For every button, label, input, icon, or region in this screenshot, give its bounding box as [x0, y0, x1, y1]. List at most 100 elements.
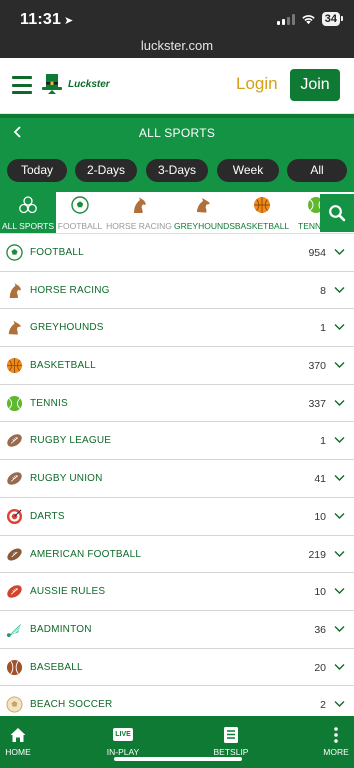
sport-row-american-football[interactable]: AMERICAN FOOTBALL 219	[0, 535, 354, 574]
sport-row-basketball[interactable]: BASKETBALL 370	[0, 347, 354, 385]
home-icon	[10, 728, 26, 742]
sport-row-football[interactable]: FOOTBALL 954	[0, 234, 354, 272]
status-time: 11:31 ➤	[20, 11, 73, 29]
live-badge-icon: LIVE	[113, 728, 133, 741]
event-count: 20	[314, 661, 326, 674]
sport-name: RUGBY LEAGUE	[30, 435, 112, 447]
basketball-icon	[6, 358, 23, 374]
nav-betslip-label: BETSLIP	[213, 747, 249, 757]
sport-row-rugby-union[interactable]: RUGBY UNION 41	[0, 460, 354, 498]
football-icon	[6, 244, 23, 261]
location-arrow-icon: ➤	[64, 15, 74, 27]
nav-home-label: HOME	[5, 747, 31, 757]
chevron-down-icon[interactable]	[334, 399, 345, 407]
sport-row-darts[interactable]: DARTS 10	[0, 497, 354, 536]
sport-row-badminton[interactable]: BADMINTON 36	[0, 610, 354, 649]
event-count: 2	[320, 699, 326, 712]
event-count: 1	[320, 322, 326, 335]
site-header: Luckster Login Join	[0, 58, 354, 114]
category-label: BASKETBALL	[234, 221, 290, 231]
category-basketball[interactable]: BASKETBALL	[232, 192, 292, 233]
filter-2-days[interactable]: 2-Days	[75, 159, 137, 182]
nav-home[interactable]: HOME	[0, 716, 48, 768]
shuttlecock-icon	[6, 622, 22, 637]
status-icons: 34	[276, 12, 344, 26]
sport-name: AUSSIE RULES	[30, 586, 106, 598]
rugby-ball-icon	[7, 434, 22, 448]
sport-name: BASEBALL	[30, 661, 83, 673]
event-count: 8	[320, 284, 326, 297]
category-greyhounds[interactable]: GREYHOUNDS	[174, 192, 235, 233]
event-count: 954	[308, 247, 326, 259]
chevron-down-icon[interactable]	[334, 361, 345, 369]
chevron-down-icon[interactable]	[334, 663, 345, 671]
sport-name: GREYHOUNDS	[30, 322, 104, 334]
chevron-down-icon[interactable]	[334, 248, 345, 256]
logo-text: Luckster	[68, 78, 110, 90]
sport-row-baseball[interactable]: BASEBALL 20	[0, 648, 354, 687]
category-horse-racing[interactable]: HORSE RACING	[104, 192, 174, 233]
chevron-down-icon[interactable]	[334, 436, 345, 444]
sport-row-greyhounds[interactable]: GREYHOUNDS 1	[0, 309, 354, 348]
leprechaun-hat-icon	[42, 74, 62, 94]
greyhound-icon	[197, 198, 210, 213]
tennis-ball-icon	[6, 395, 23, 411]
aussie-rules-ball-icon	[7, 585, 22, 598]
status-bar: 11:31 ➤ 34	[0, 0, 354, 36]
sport-list: FOOTBALL 954 HORSE RACING 8 GREYHOUNDS 1…	[0, 234, 354, 724]
chevron-down-icon[interactable]	[334, 474, 345, 482]
betslip-icon	[224, 727, 238, 743]
filter-all[interactable]: All	[287, 159, 347, 182]
event-count: 219	[308, 548, 326, 561]
chevron-down-icon[interactable]	[334, 323, 345, 331]
nav-in-play-label: IN-PLAY	[106, 747, 140, 757]
sport-name: BASKETBALL	[30, 360, 96, 372]
chevron-down-icon[interactable]	[334, 700, 345, 708]
sport-name: DARTS	[30, 510, 65, 522]
chevron-down-icon[interactable]	[334, 625, 345, 633]
horse-racing-icon	[134, 197, 146, 213]
chevron-down-icon[interactable]	[334, 550, 345, 558]
chevron-down-icon[interactable]	[334, 587, 345, 595]
menu-icon[interactable]	[12, 76, 32, 94]
page-header: ALL SPORTS	[0, 118, 354, 147]
category-all-sports[interactable]: ALL SPORTS	[0, 192, 56, 233]
category-football[interactable]: FOOTBALL	[56, 192, 104, 233]
filter-today[interactable]: Today	[7, 159, 67, 182]
chevron-down-icon[interactable]	[334, 286, 345, 294]
sport-name: HORSE RACING	[30, 284, 110, 296]
chevron-down-icon[interactable]	[334, 512, 345, 520]
category-label: HORSE RACING	[106, 221, 172, 231]
event-count: 10	[314, 586, 326, 599]
beach-ball-icon	[6, 696, 23, 713]
sport-row-rugby-league[interactable]: RUGBY LEAGUE 1	[0, 422, 354, 461]
event-count: 36	[314, 623, 326, 636]
event-count: 337	[308, 397, 326, 410]
sport-name: FOOTBALL	[30, 247, 84, 258]
event-count: 10	[314, 510, 326, 523]
category-label: ALL SPORTS	[2, 221, 54, 231]
greyhound-icon	[8, 321, 21, 336]
filter-3-days[interactable]: 3-Days	[146, 159, 208, 182]
baseball-icon	[6, 659, 23, 675]
home-indicator	[114, 757, 242, 761]
login-button[interactable]: Login	[236, 74, 278, 94]
category-label: FOOTBALL	[57, 221, 103, 231]
wifi-icon	[302, 15, 315, 25]
filter-week[interactable]: Week	[217, 159, 279, 182]
sport-row-horse-racing[interactable]: HORSE RACING 8	[0, 271, 354, 310]
sport-row-tennis[interactable]: TENNIS 337	[0, 384, 354, 423]
url-bar[interactable]: luckster.com	[0, 36, 354, 58]
sport-row-aussie-rules[interactable]: AUSSIE RULES 10	[0, 573, 354, 611]
nav-more-label: MORE	[323, 747, 349, 757]
event-count: 370	[308, 360, 326, 373]
battery-indicator: 34	[321, 12, 344, 26]
nav-more[interactable]: MORE	[306, 716, 354, 768]
sport-name: RUGBY UNION	[30, 473, 103, 485]
event-count: 41	[314, 473, 326, 486]
search-button[interactable]	[320, 194, 354, 232]
luckster-logo[interactable]: Luckster	[40, 72, 110, 96]
join-button[interactable]: Join	[290, 69, 340, 101]
category-label: GREYHOUNDS	[174, 221, 235, 231]
sport-name: TENNIS	[30, 397, 68, 409]
